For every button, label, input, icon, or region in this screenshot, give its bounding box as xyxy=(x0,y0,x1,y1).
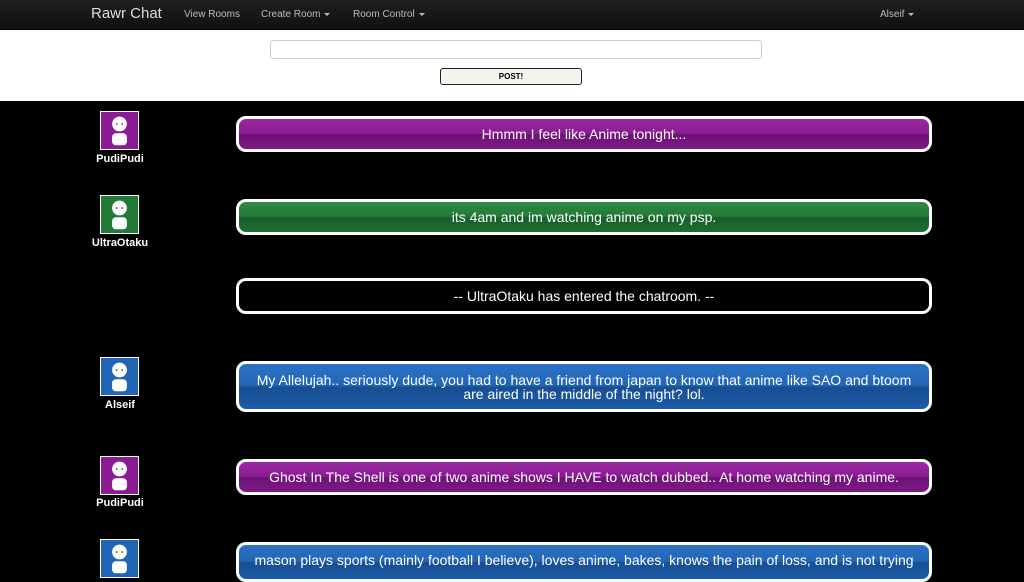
user-icon xyxy=(112,200,127,230)
composer: POST! xyxy=(0,30,1024,101)
chat-log: PudiPudi Hmmm I feel like Anime tonight.… xyxy=(0,101,1024,582)
chevron-down-icon xyxy=(908,12,915,16)
chevron-down-icon xyxy=(418,12,425,16)
message-username: UltraOtaku xyxy=(91,237,149,249)
user-menu-label: Alseif xyxy=(880,9,905,20)
message-username: PudiPudi xyxy=(96,497,144,509)
nav-create-room-label: Create Room xyxy=(261,9,321,20)
message-bubble: mason plays sports (mainly football I be… xyxy=(236,542,932,582)
user-icon xyxy=(112,461,127,491)
avatar[interactable] xyxy=(100,195,139,234)
message-bubble: Ghost In The Shell is one of two anime s… xyxy=(236,459,932,495)
message-username: Alseif xyxy=(105,399,135,411)
user-icon xyxy=(112,544,127,574)
user-icon xyxy=(112,362,127,392)
message-bubble: Hmmm I feel like Anime tonight... xyxy=(236,116,932,152)
message-username: PudiPudi xyxy=(96,153,144,165)
chevron-down-icon xyxy=(324,12,331,16)
avatar[interactable] xyxy=(100,539,139,578)
message-bubble: My Allelujah.. seriously dude, you had t… xyxy=(236,361,932,412)
user-menu[interactable]: Alseif xyxy=(880,9,915,20)
nav-view-rooms-label: View Rooms xyxy=(184,9,240,20)
avatar[interactable] xyxy=(100,456,139,495)
message-input[interactable] xyxy=(270,40,762,59)
nav-room-control[interactable]: Room Control xyxy=(353,9,425,20)
brand[interactable]: Rawr Chat xyxy=(91,5,162,22)
nav-room-control-label: Room Control xyxy=(353,9,415,20)
navbar: Rawr Chat View Rooms Create Room Room Co… xyxy=(0,0,1024,30)
message-bubble: its 4am and im watching anime on my psp. xyxy=(236,199,932,235)
avatar[interactable] xyxy=(100,111,139,150)
nav-view-rooms[interactable]: View Rooms xyxy=(184,9,240,20)
user-icon xyxy=(112,116,127,146)
nav-create-room[interactable]: Create Room xyxy=(261,9,331,20)
avatar[interactable] xyxy=(100,357,139,396)
post-button[interactable]: POST! xyxy=(440,68,582,85)
system-message: -- UltraOtaku has entered the chatroom. … xyxy=(236,278,932,314)
